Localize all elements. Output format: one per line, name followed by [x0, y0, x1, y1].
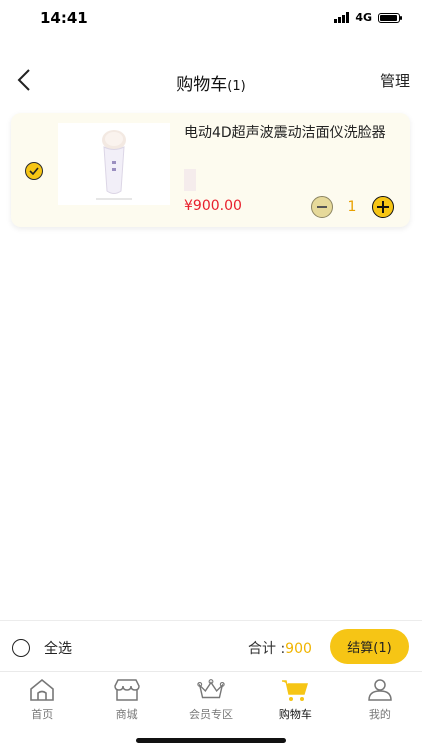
tab-home[interactable]: 首页 [0, 672, 84, 730]
tab-store[interactable]: 商城 [84, 672, 168, 730]
nav-bar: 购物车(1) 管理 [0, 56, 422, 104]
product-price: ¥900.00 [184, 198, 242, 214]
tab-label: 购物车 [278, 708, 312, 721]
home-icon [27, 677, 57, 703]
tab-mine[interactable]: 我的 [338, 672, 422, 730]
product-spec [184, 169, 196, 191]
manage-button[interactable]: 管理 [380, 70, 410, 91]
tab-label: 我的 [368, 708, 391, 721]
cart-icon [280, 677, 310, 703]
status-indicators: 4G [334, 11, 402, 24]
tab-vip[interactable]: 会员专区 [169, 672, 253, 730]
total-value: 900 [285, 641, 312, 657]
total-summary: 合计 :900 [248, 638, 312, 658]
signal-icon [334, 12, 350, 23]
product-image[interactable] [58, 123, 170, 205]
select-all-label[interactable]: 全选 [44, 638, 72, 658]
page-title: 购物车(1) [0, 70, 422, 95]
product-name[interactable]: 电动4D超声波震动洁面仪洗脸器 [184, 123, 394, 144]
cart-count: (1) [227, 79, 246, 94]
minus-icon [317, 206, 327, 208]
crown-icon [196, 677, 226, 703]
tab-label: 会员专区 [189, 708, 234, 721]
tab-label: 商城 [115, 708, 138, 721]
home-indicator [136, 738, 286, 743]
plus-icon [377, 201, 389, 213]
battery-icon [378, 12, 402, 23]
select-all-radio[interactable] [12, 639, 30, 657]
network-type: 4G [355, 11, 372, 24]
total-label: 合计 : [248, 641, 286, 657]
checkout-button[interactable]: 结算(1) [330, 629, 409, 664]
tab-cart[interactable]: 购物车 [253, 672, 337, 730]
user-icon [365, 677, 395, 703]
face-brush-device-image [96, 130, 132, 200]
status-bar: 14:41 4G [0, 0, 422, 36]
quantity-increase-button[interactable] [372, 196, 394, 218]
store-icon [112, 677, 142, 703]
tab-bar: 首页 商城 会员专区 购物车 我的 [0, 671, 422, 730]
cart-item-card: 电动4D超声波震动洁面仪洗脸器 ¥900.00 1 [11, 113, 410, 227]
check-icon [29, 167, 39, 175]
status-time: 14:41 [40, 9, 88, 27]
quantity-value[interactable]: 1 [344, 199, 360, 215]
quantity-decrease-button[interactable] [311, 196, 333, 218]
item-checkbox[interactable] [25, 162, 43, 180]
page-title-text: 购物车 [176, 75, 228, 95]
tab-label: 首页 [31, 708, 54, 721]
checkout-bar: 全选 合计 :900 结算(1) [0, 620, 422, 671]
